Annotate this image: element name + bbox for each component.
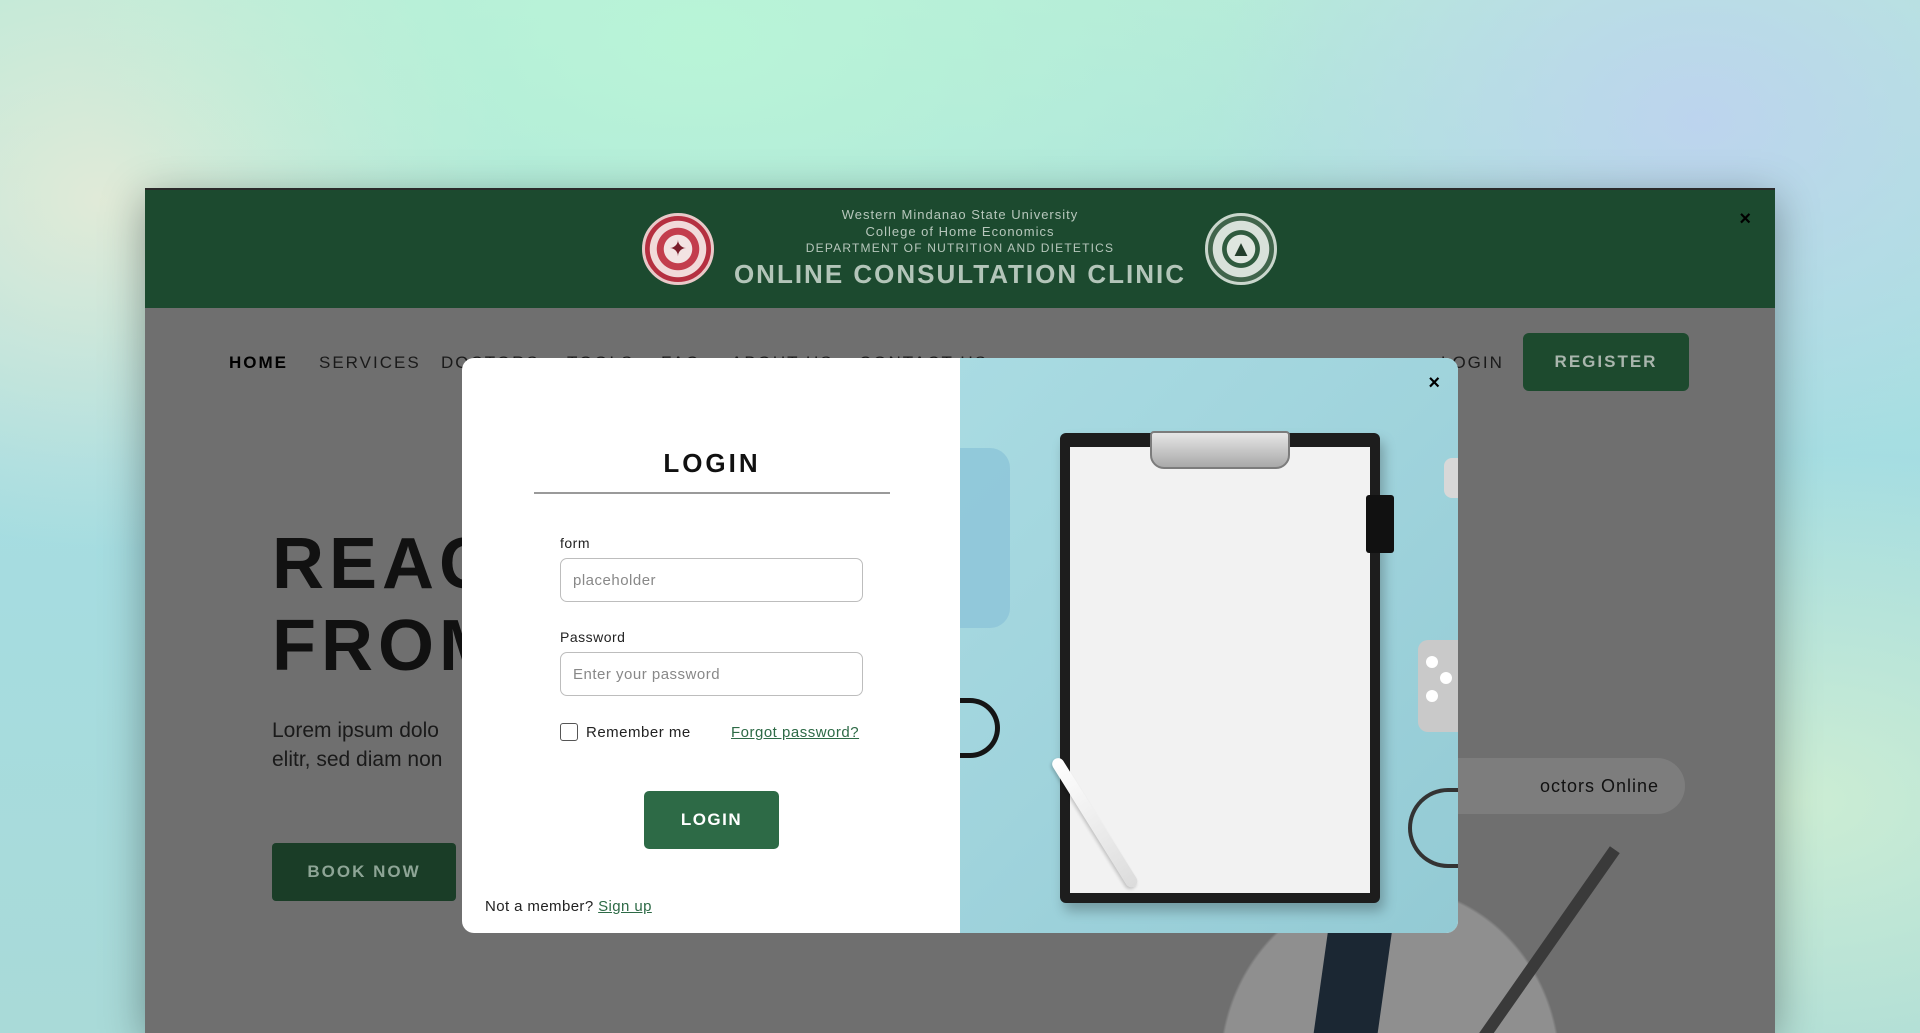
pill-dot [1426, 690, 1438, 702]
close-icon[interactable]: × [1428, 372, 1440, 395]
password-input[interactable] [560, 652, 863, 696]
not-member-text: Not a member? [485, 898, 594, 915]
form-input[interactable] [560, 558, 863, 602]
book-now-button[interactable]: BOOK NOW [272, 843, 456, 901]
login-form-panel: LOGIN form Password Remember me Forgot p… [462, 358, 960, 933]
nav-item-home[interactable]: HOME [229, 353, 288, 373]
glasses-image [960, 698, 1000, 758]
login-modal: LOGIN form Password Remember me Forgot p… [462, 358, 1458, 933]
hero-text-line: Lorem ipsum dolo [272, 719, 439, 742]
password-label: Password [560, 629, 626, 645]
signup-prompt: Not a member? Sign up [485, 898, 652, 915]
university-name: Western Mindanao State University [841, 207, 1079, 222]
clipboard-paper [1070, 447, 1370, 893]
college-name: College of Home Economics [865, 224, 1055, 239]
nav-item-services[interactable]: SERVICES [319, 353, 421, 373]
close-icon[interactable]: × [1739, 208, 1751, 231]
pills-image [1418, 640, 1458, 732]
college-seal-icon: ▲ [1205, 213, 1277, 285]
remember-me-checkbox[interactable] [560, 723, 578, 741]
remember-me-label: Remember me [586, 723, 691, 741]
clipboard-tab [1366, 495, 1394, 553]
register-button[interactable]: REGISTER [1523, 333, 1689, 391]
remember-me: Remember me [560, 723, 691, 741]
clipboard-clip [1150, 431, 1290, 469]
hero-text: Lorem ipsum dolo elitr, sed diam non [272, 716, 442, 774]
title-divider [534, 492, 890, 494]
face-mask-image [960, 448, 1010, 628]
banner-text: Western Mindanao State University Colleg… [145, 206, 1775, 290]
doctors-online-badge: octors Online [1425, 758, 1685, 814]
hero-text-line: elitr, sed diam non [272, 748, 443, 771]
pill-dot [1440, 672, 1452, 684]
stethoscope-tube-image [1408, 788, 1458, 868]
clipboard-image: × [960, 358, 1458, 933]
form-field-label: form [560, 535, 590, 551]
stethoscope-image [1444, 458, 1458, 498]
header-banner: ✦ Western Mindanao State University Coll… [145, 188, 1775, 308]
signup-link[interactable]: Sign up [598, 898, 652, 915]
pill-dot [1426, 656, 1438, 668]
login-button[interactable]: LOGIN [644, 791, 779, 849]
modal-title: LOGIN [663, 448, 761, 478]
forgot-password-link[interactable]: Forgot password? [731, 724, 859, 741]
department-name: DEPARTMENT OF NUTRITION AND DIETETICS [805, 241, 1115, 255]
site-title: ONLINE CONSULTATION CLINIC [733, 259, 1187, 289]
